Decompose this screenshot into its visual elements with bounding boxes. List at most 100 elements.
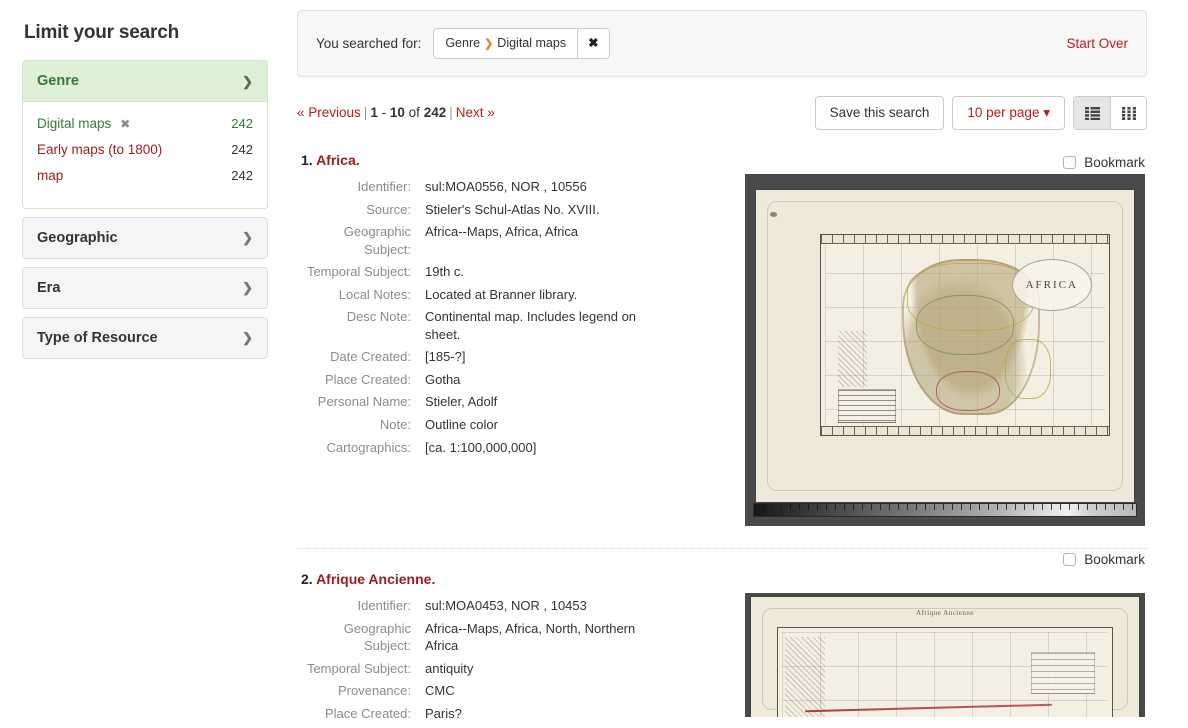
map-plate	[777, 627, 1113, 717]
map-hatching	[784, 637, 825, 717]
of-label: of	[408, 105, 420, 120]
metadata-value: Africa--Maps, Africa, North, Northern Af…	[425, 620, 636, 654]
facet-panel-era-header[interactable]: Era ❯	[23, 267, 267, 308]
facet-item: Digital maps ✖ 242	[37, 112, 253, 138]
per-page-label: 10 per page	[967, 105, 1040, 120]
facet-panel-geographic-header[interactable]: Geographic ❯	[23, 217, 267, 258]
facet-panel-era[interactable]: Era ❯	[22, 266, 268, 309]
metadata-row: Note: Outline color	[297, 416, 707, 434]
result-metadata: Identifier: sul:MOA0453, NOR , 10453 Geog…	[297, 593, 707, 727]
metadata-label: Geographic Subject:	[343, 620, 411, 654]
gallery-view-button[interactable]	[1110, 97, 1146, 129]
result-number: 1.	[301, 152, 313, 168]
metadata-label: Personal Name:	[317, 394, 411, 410]
metadata-label: Place Created:	[325, 705, 411, 721]
remove-constraint-button[interactable]: ✖	[578, 28, 610, 59]
metadata-value: [ca. 1:100,000,000]	[425, 439, 537, 455]
sidebar-title: Limit your search	[24, 22, 179, 43]
metadata-label: Local Notes:	[338, 286, 411, 302]
metadata-label: Cartographics:	[326, 439, 411, 455]
ruler-ticks	[754, 504, 1136, 510]
bookmark-label: Bookmark	[1084, 155, 1145, 170]
facet-panel-era-label: Era	[37, 279, 61, 296]
constraint-value: Digital maps	[497, 36, 567, 51]
metadata-row: Identifier: sul:MOA0453, NOR , 10453	[297, 597, 707, 615]
metadata-row: Source: Stieler's Schul-Atlas No. XVIII.	[297, 201, 707, 219]
facet-count: 242	[231, 167, 253, 183]
map-scale-box	[1031, 652, 1096, 695]
result-title-link[interactable]: Africa.	[316, 152, 360, 168]
list-view-button[interactable]	[1074, 97, 1110, 129]
save-this-search-button[interactable]: Save this search	[814, 96, 945, 130]
facet-sidebar: Limit your search Genre ❯ Digital maps ✖ …	[0, 0, 290, 367]
metadata-label: Identifier:	[357, 598, 411, 613]
range-end: 10	[389, 105, 405, 120]
map-plate: AFRICA	[820, 234, 1110, 436]
metadata-label: Source:	[366, 201, 411, 217]
results-list: Bookmark 1. Africa. Identifier: sul:MOA05…	[297, 152, 1147, 728]
metadata-row: Provenance: CMC	[297, 682, 707, 700]
remove-facet-icon[interactable]: ✖	[120, 117, 130, 131]
map-sheet: Afrique Ancienne	[751, 597, 1139, 717]
metadata-row: Local Notes: Located at Branner library.	[297, 286, 707, 304]
facet-count: 242	[231, 116, 253, 131]
constraint-pill[interactable]: Genre ❯ Digital maps	[433, 28, 579, 59]
facet-count: 242	[231, 141, 253, 157]
bookmark-checkbox[interactable]	[1063, 156, 1077, 169]
facet-item: Early maps (to 1800) 242	[37, 138, 253, 164]
facet-panel-geographic-label: Geographic	[37, 229, 118, 246]
result-thumbnail-wrapper[interactable]: Afrique Ancienne	[745, 593, 1145, 717]
bookmark-checkbox[interactable]	[1063, 553, 1077, 566]
list-view-icon	[1084, 106, 1100, 120]
metadata-value: Continental map. Includes legend on shee…	[425, 309, 637, 342]
metadata-row: Place Created: Gotha	[297, 371, 707, 389]
map-legend	[838, 389, 897, 423]
result-body: Identifier: sul:MOA0556, NOR , 10556 Sour…	[297, 174, 1147, 526]
facet-link-map[interactable]: map	[37, 168, 63, 183]
metadata-value: CMC	[425, 683, 455, 699]
gallery-view-icon	[1121, 106, 1136, 120]
map-cartouche: AFRICA	[1011, 259, 1092, 311]
range-start: 1	[370, 105, 378, 120]
facet-panel-type-of-resource-header[interactable]: Type of Resource ❯	[23, 317, 267, 358]
metadata-value: Paris?	[425, 705, 462, 721]
metadata-row: Desc Note: Continental map. Includes lege…	[297, 308, 707, 343]
facet-panel-geographic[interactable]: Geographic ❯	[22, 216, 268, 259]
metadata-value: sul:MOA0453, NOR , 10453	[425, 598, 587, 613]
map-hatching	[838, 331, 868, 387]
result-thumbnail-wrapper[interactable]: AFRICA	[745, 174, 1145, 526]
bookmark-control[interactable]: Bookmark	[1063, 155, 1145, 170]
result-title: 1. Africa.	[301, 152, 1147, 168]
map-thumbnail-image[interactable]: Afrique Ancienne	[745, 593, 1145, 717]
metadata-row: Cartographics: [ca. 1:100,000,000]	[297, 439, 707, 457]
next-page-link[interactable]: Next »	[456, 105, 495, 120]
main-content: You searched for: Genre ❯ Digital maps ✖ S…	[297, 10, 1147, 728]
search-constraints-bar: You searched for: Genre ❯ Digital maps ✖ S…	[297, 10, 1147, 77]
facet-panel-type-of-resource[interactable]: Type of Resource ❯	[22, 316, 268, 359]
previous-page-link[interactable]: « Previous	[297, 105, 361, 120]
total-count: 242	[423, 105, 447, 120]
metadata-row: Personal Name: Stieler, Adolf	[297, 393, 707, 411]
results-toolbar: « Previous | 1 - 10 of 242 | Next » Save thi…	[297, 96, 1147, 130]
result-metadata: Identifier: sul:MOA0556, NOR , 10556 Sour…	[297, 174, 707, 461]
metadata-label: Provenance:	[338, 683, 411, 699]
chevron-down-icon: ❯	[242, 73, 253, 89]
constraint-pill-group: Genre ❯ Digital maps ✖	[433, 28, 610, 59]
per-page-dropdown[interactable]: 10 per page ▾	[952, 96, 1065, 130]
result-title-link[interactable]: Afrique Ancienne.	[316, 571, 435, 587]
facet-panel-type-of-resource-label: Type of Resource	[37, 329, 158, 346]
map-thumbnail-image[interactable]: AFRICA	[745, 174, 1145, 526]
facet-link-early-maps[interactable]: Early maps (to 1800)	[37, 142, 162, 157]
result-item: Bookmark 2. Afrique Ancienne. Identifier…	[297, 548, 1147, 728]
bookmark-label: Bookmark	[1084, 552, 1145, 567]
chevron-right-icon: ❯	[242, 230, 253, 246]
facet-panel-genre-header[interactable]: Genre ❯	[23, 61, 267, 102]
bookmark-control[interactable]: Bookmark	[1063, 552, 1145, 567]
facet-panel-genre-label: Genre	[37, 73, 79, 89]
chevron-down-icon: ▾	[1043, 105, 1050, 120]
facet-item: map 242	[37, 164, 253, 190]
constraint-field: Genre	[445, 36, 481, 51]
metadata-label: Temporal Subject:	[306, 264, 411, 280]
start-over-link[interactable]: Start Over	[1066, 36, 1128, 51]
facet-link-digital-maps[interactable]: Digital maps	[37, 116, 111, 131]
